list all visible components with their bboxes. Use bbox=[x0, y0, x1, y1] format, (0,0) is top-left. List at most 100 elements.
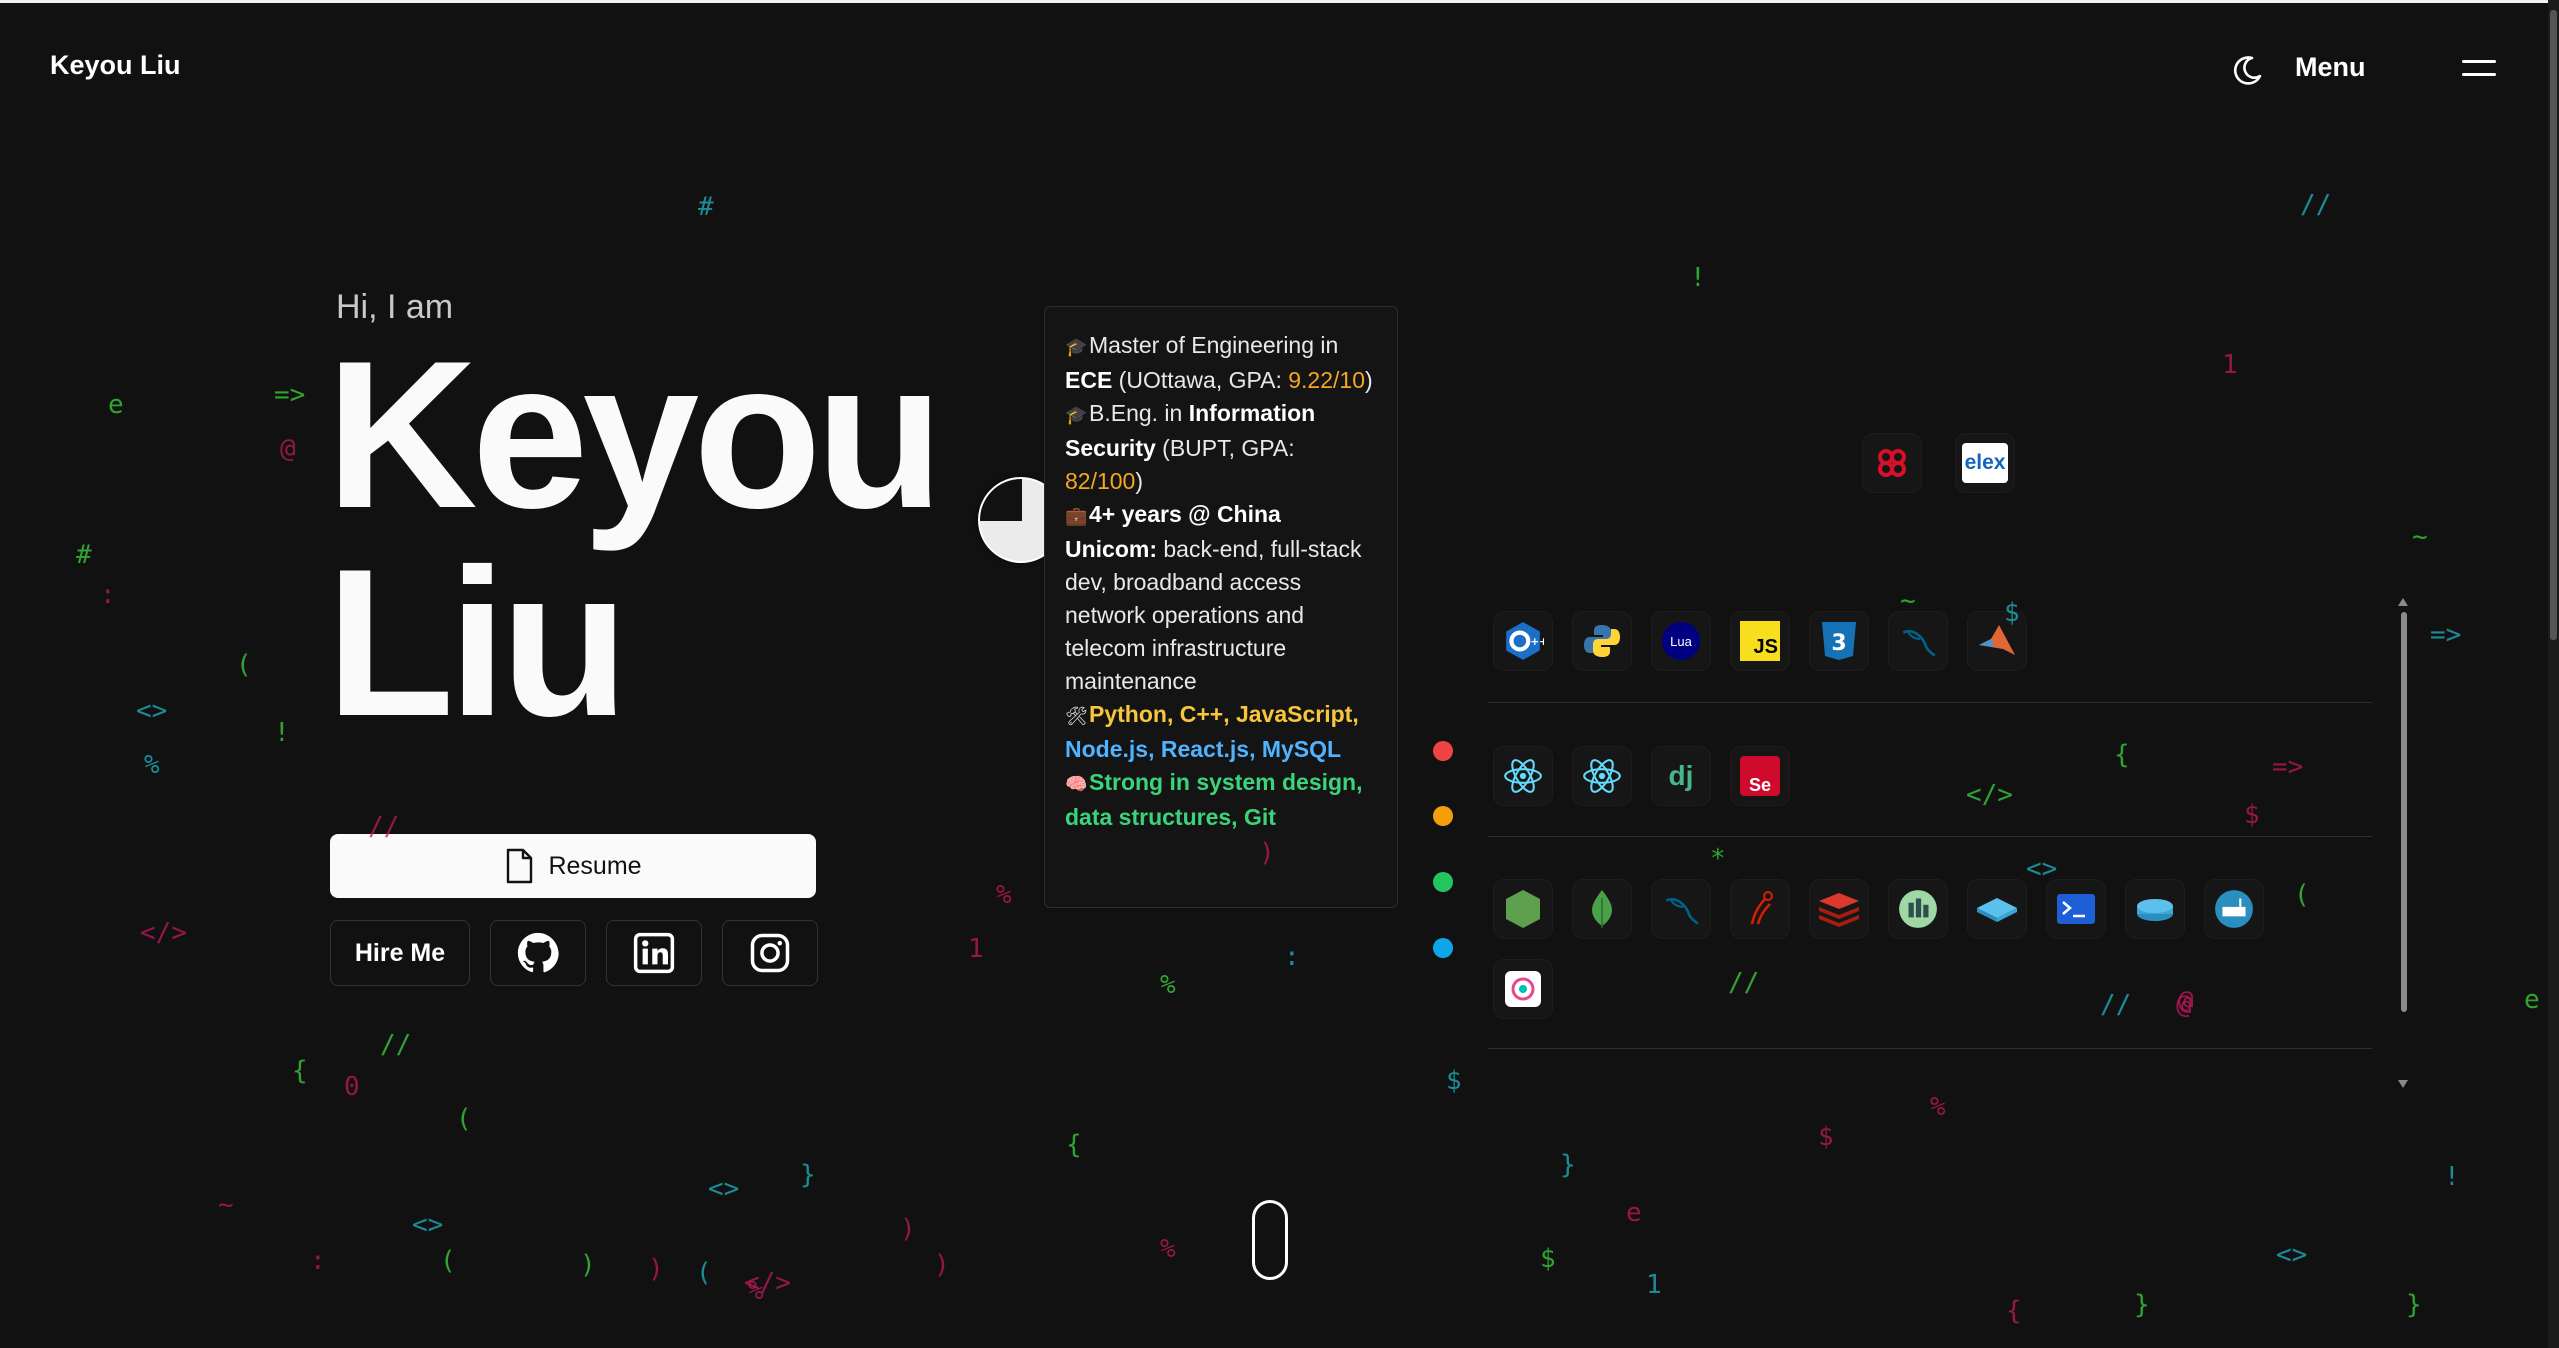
background-symbol: e bbox=[2524, 985, 2540, 1015]
background-symbol: $ bbox=[1540, 1244, 1556, 1274]
background-symbol: // bbox=[2100, 990, 2132, 1020]
background-symbol: { bbox=[2114, 740, 2130, 770]
background-symbol: @ bbox=[2178, 986, 2194, 1016]
background-symbol: ~ bbox=[218, 1190, 234, 1220]
instagram-icon bbox=[750, 933, 790, 973]
background-symbol: </> bbox=[1966, 780, 2013, 810]
css3-icon[interactable]: 3 bbox=[1810, 612, 1868, 670]
background-symbol: ) bbox=[1259, 838, 1275, 868]
background-symbol: 0 bbox=[344, 1072, 360, 1102]
mysql-icon[interactable] bbox=[1889, 612, 1947, 670]
background-symbol: // bbox=[2300, 190, 2332, 220]
react-native-icon[interactable] bbox=[1573, 747, 1631, 805]
background-symbol: <> bbox=[136, 696, 168, 726]
nodejs-icon[interactable] bbox=[1494, 880, 1552, 938]
background-symbol: } bbox=[2406, 1290, 2422, 1320]
unicom-icon[interactable] bbox=[1863, 434, 1921, 492]
icon-panel-scroll-thumb[interactable] bbox=[2401, 612, 2407, 1012]
background-symbol: ! bbox=[274, 718, 290, 748]
briefcase-icon: 💼 bbox=[1065, 506, 1088, 526]
linkedin-icon bbox=[633, 932, 675, 974]
background-symbol: @ bbox=[280, 434, 296, 464]
scroll-down-indicator[interactable] bbox=[1252, 1200, 1288, 1280]
background-symbol: # bbox=[76, 540, 92, 570]
hero-name-first: Keyou bbox=[326, 317, 944, 552]
terminal-icon[interactable] bbox=[2047, 880, 2105, 938]
strengths: 🧠Strong in system design, data structure… bbox=[1065, 769, 1363, 830]
category-dot-orange[interactable] bbox=[1433, 806, 1453, 826]
lua-icon[interactable]: Lua bbox=[1652, 612, 1710, 670]
brand-logo[interactable]: Keyou Liu bbox=[50, 50, 181, 81]
background-symbol: ( bbox=[2294, 880, 2310, 910]
router-icon[interactable] bbox=[2126, 880, 2184, 938]
graduation-cap-icon: 🎓 bbox=[1065, 405, 1088, 425]
switch-icon[interactable] bbox=[1968, 880, 2026, 938]
background-symbol: ) bbox=[934, 1250, 950, 1280]
hire-me-button[interactable]: Hire Me bbox=[330, 920, 470, 986]
instagram-button[interactable] bbox=[722, 920, 818, 986]
sqlalchemy-icon[interactable] bbox=[1731, 880, 1789, 938]
django-icon[interactable]: dj bbox=[1652, 747, 1710, 805]
hamburger-icon[interactable] bbox=[2462, 60, 2496, 80]
redis-icon[interactable] bbox=[1810, 880, 1868, 938]
page-scroll-thumb[interactable] bbox=[2550, 10, 2557, 640]
background-symbol: ) bbox=[648, 1254, 664, 1284]
background-symbol: ~ bbox=[2412, 522, 2428, 552]
selenium-icon[interactable]: Se bbox=[1731, 747, 1789, 805]
cplusplus-icon[interactable]: ++ bbox=[1494, 612, 1552, 670]
background-symbol: e bbox=[108, 390, 124, 420]
background-symbol: ) bbox=[900, 1214, 916, 1244]
mongodb-icon[interactable] bbox=[1573, 880, 1631, 938]
theme-toggle-button[interactable] bbox=[2228, 50, 2268, 90]
background-symbol: % bbox=[996, 880, 1012, 910]
background-symbol: ) bbox=[580, 1250, 596, 1280]
background-symbol: </> bbox=[140, 918, 187, 948]
background-symbol: % bbox=[1930, 1092, 1946, 1122]
react-icon[interactable] bbox=[1494, 747, 1552, 805]
category-dot-green[interactable] bbox=[1433, 872, 1453, 892]
row-separator bbox=[1488, 702, 2372, 703]
background-symbol: { bbox=[292, 1056, 308, 1086]
background-symbol: // bbox=[1728, 968, 1760, 998]
kibana-icon[interactable] bbox=[1494, 960, 1552, 1018]
background-symbol: % bbox=[748, 1276, 764, 1306]
background-symbol: { bbox=[2006, 1296, 2022, 1326]
background-symbol: % bbox=[144, 750, 160, 780]
background-symbol: 1 bbox=[2222, 350, 2238, 380]
background-symbol: ! bbox=[1690, 263, 1706, 293]
category-dot-red[interactable] bbox=[1433, 741, 1453, 761]
background-symbol: $ bbox=[2004, 598, 2020, 628]
background-symbol: % bbox=[1160, 970, 1176, 1000]
background-symbol: <> bbox=[2276, 1240, 2308, 1270]
skills: 🛠Python, C++, JavaScript, Node.js, React… bbox=[1065, 701, 1359, 762]
background-symbol: : bbox=[100, 580, 116, 610]
background-symbol: <> bbox=[412, 1210, 444, 1240]
elex-icon[interactable]: elex bbox=[1956, 434, 2014, 492]
document-icon bbox=[507, 848, 533, 884]
background-symbol: } bbox=[1560, 1150, 1576, 1180]
background-symbol: ( bbox=[440, 1246, 456, 1276]
background-symbol: } bbox=[2134, 1290, 2150, 1320]
github-icon bbox=[517, 932, 559, 973]
background-symbol: e bbox=[1626, 1198, 1642, 1228]
background-symbol: => bbox=[2430, 620, 2462, 650]
background-symbol: => bbox=[274, 380, 306, 410]
gateway-icon[interactable] bbox=[2205, 880, 2263, 938]
category-dot-blue[interactable] bbox=[1433, 938, 1453, 958]
mysql-db-icon[interactable] bbox=[1652, 880, 1710, 938]
work-experience: 💼4+ years @ China Unicom: back-end, full… bbox=[1065, 501, 1362, 694]
resume-button[interactable]: Resume bbox=[330, 834, 816, 898]
linkedin-button[interactable] bbox=[606, 920, 702, 986]
background-symbol: { bbox=[1066, 1130, 1082, 1160]
github-button[interactable] bbox=[490, 920, 586, 986]
education-bachelor: 🎓B.Eng. in Information Security (BUPT, G… bbox=[1065, 400, 1316, 494]
education-master: 🎓Master of Engineering in ECE (UOttawa, … bbox=[1065, 332, 1373, 393]
tools-icon: 🛠 bbox=[1065, 706, 1088, 726]
menu-label[interactable]: Menu bbox=[2295, 52, 2366, 83]
background-symbol: // bbox=[380, 1030, 412, 1060]
javascript-icon[interactable]: JS bbox=[1731, 612, 1789, 670]
background-symbol: ( bbox=[696, 1258, 712, 1288]
python-icon[interactable] bbox=[1573, 612, 1631, 670]
resume-label: Resume bbox=[548, 851, 642, 880]
prometheus-icon[interactable] bbox=[1889, 880, 1947, 938]
